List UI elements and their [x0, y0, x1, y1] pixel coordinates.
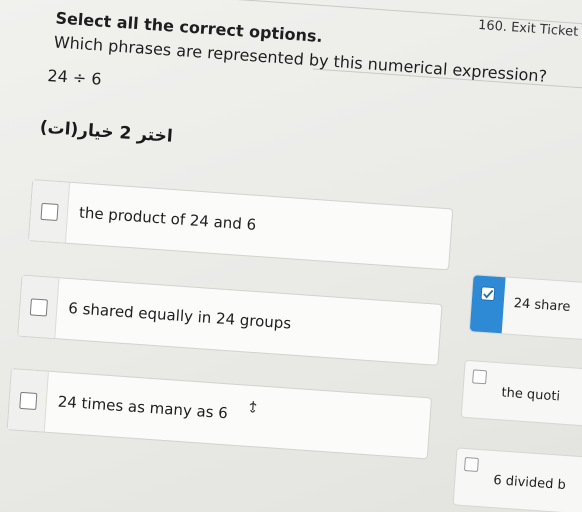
- option-label: 24 share: [513, 296, 571, 315]
- checkbox[interactable]: [19, 391, 38, 410]
- numerical-expression: 24 ÷ 6: [46, 65, 103, 89]
- cursor-icon: [249, 401, 257, 413]
- option-label: the product of 24 and 6: [78, 203, 257, 234]
- option-label: 6 divided b: [492, 473, 567, 494]
- checkbox[interactable]: [29, 298, 48, 317]
- option-label: 24 times as many as 6: [57, 392, 229, 423]
- option-shared-equally[interactable]: 6 shared equally in 24 groups: [17, 274, 443, 366]
- option-label: 6 shared equally in 24 groups: [67, 299, 292, 333]
- option-24-shared[interactable]: 24 share: [468, 274, 582, 342]
- checkbox[interactable]: [40, 202, 59, 222]
- option-divided-by[interactable]: 6 divided b: [452, 447, 582, 512]
- check-icon[interactable]: [480, 286, 497, 303]
- worksheet-page: 160. Exit Ticket Select all the correct …: [0, 0, 582, 512]
- option-quotient[interactable]: the quoti: [460, 359, 582, 427]
- rotated-content: 160. Exit Ticket Select all the correct …: [0, 0, 582, 512]
- option-times-as-many[interactable]: 24 times as many as 6: [6, 368, 433, 460]
- checkbox[interactable]: [472, 369, 488, 385]
- checkbox-tab-selected: [469, 275, 506, 334]
- checkbox[interactable]: [463, 457, 479, 472]
- option-product[interactable]: the product of 24 and 6: [27, 179, 454, 271]
- option-label: the quoti: [500, 385, 561, 405]
- select-count-note: اختر 2 خيار(ات): [39, 117, 174, 147]
